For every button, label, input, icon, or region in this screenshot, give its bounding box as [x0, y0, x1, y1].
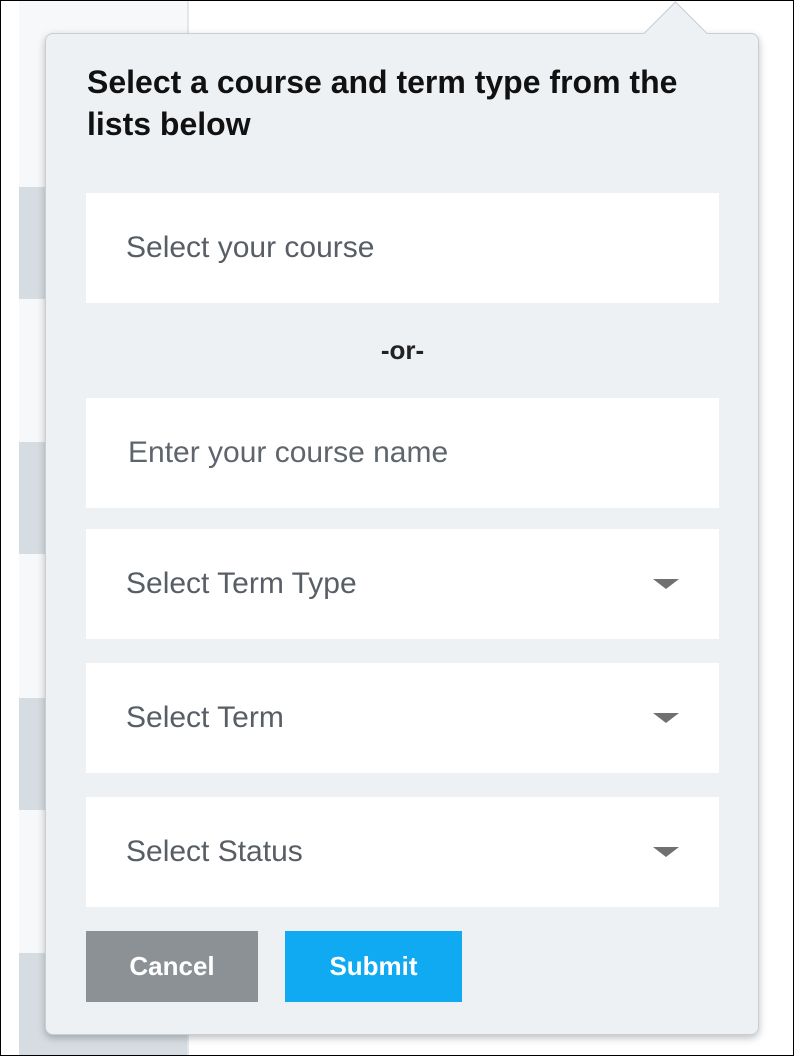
- term-select[interactable]: Select Term: [86, 663, 719, 773]
- screenshot-frame: Select a course and term type from the l…: [0, 0, 794, 1056]
- course-name-field[interactable]: [86, 398, 719, 508]
- background-right-edge: [761, 1, 793, 1055]
- course-select-field[interactable]: Select your course: [86, 193, 719, 303]
- submit-button[interactable]: Submit: [285, 931, 462, 1002]
- term-label: Select Term: [126, 701, 284, 734]
- caret-down-icon: [653, 579, 679, 589]
- status-select[interactable]: Select Status: [86, 797, 719, 907]
- term-type-label: Select Term Type: [126, 567, 357, 600]
- term-type-select[interactable]: Select Term Type: [86, 529, 719, 639]
- course-select-placeholder: Select your course: [126, 231, 375, 264]
- popover-title: Select a course and term type from the l…: [87, 64, 678, 142]
- or-separator: -or-: [380, 335, 425, 365]
- course-name-input[interactable]: [126, 435, 719, 471]
- caret-down-icon: [653, 713, 679, 723]
- cancel-button[interactable]: Cancel: [86, 931, 258, 1002]
- status-label: Select Status: [126, 835, 303, 868]
- caret-down-icon: [653, 847, 679, 857]
